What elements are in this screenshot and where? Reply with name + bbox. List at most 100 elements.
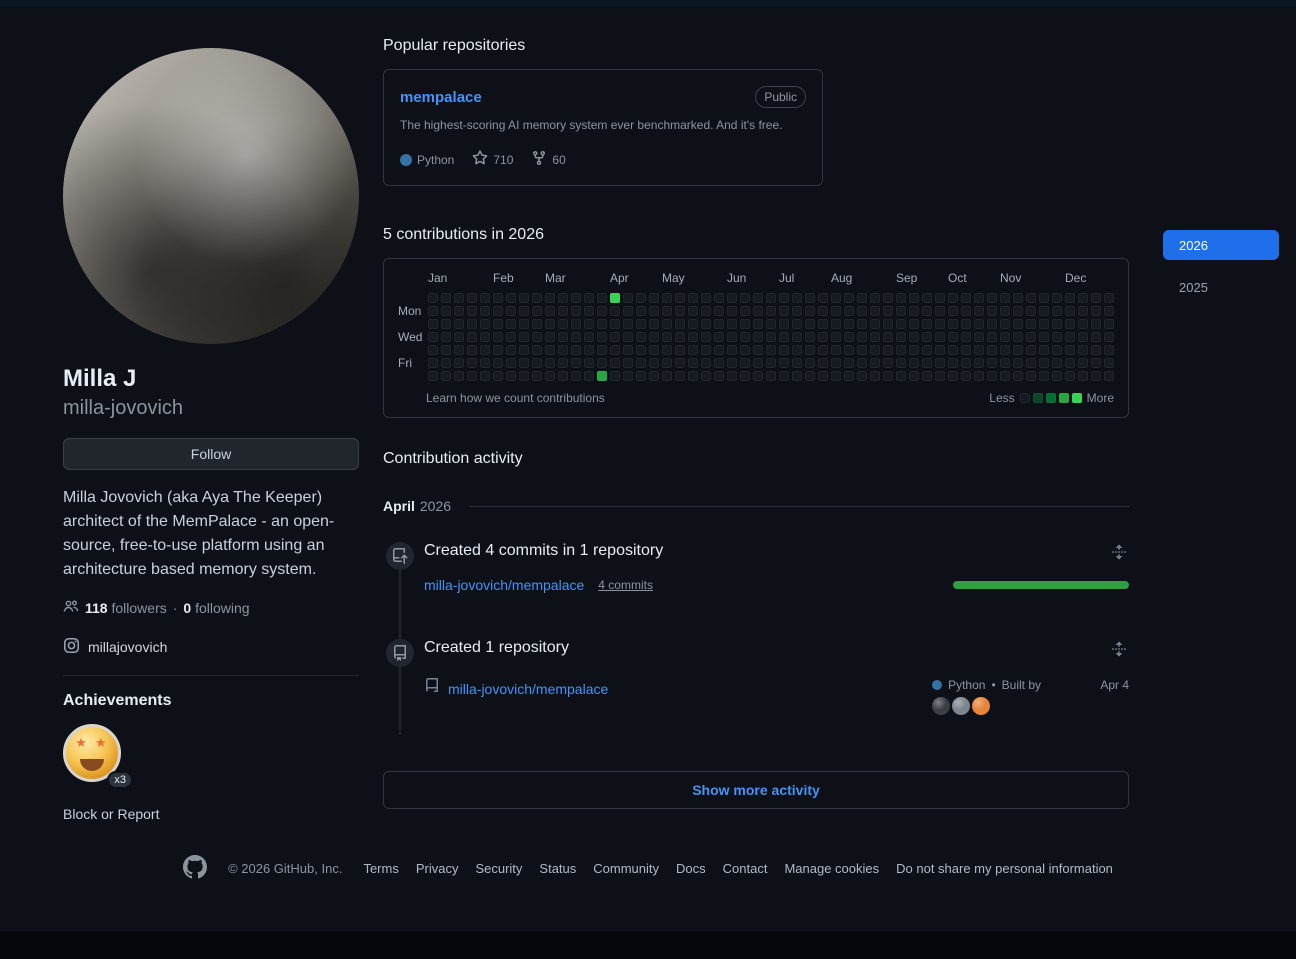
contribution-cell[interactable] [935,319,945,329]
contribution-cell[interactable] [441,358,451,368]
contribution-cell[interactable] [935,306,945,316]
contribution-cell[interactable] [1052,319,1062,329]
contribution-cell[interactable] [948,345,958,355]
contribution-cell[interactable] [441,371,451,381]
contribution-cell[interactable] [766,306,776,316]
contribution-cell[interactable] [1052,332,1062,342]
contribution-cell[interactable] [610,293,620,303]
contribution-cell[interactable] [753,306,763,316]
contribution-cell[interactable] [1013,332,1023,342]
contribution-cell[interactable] [896,332,906,342]
contribution-cell[interactable] [727,293,737,303]
contribution-cell[interactable] [805,293,815,303]
footer-link[interactable]: Status [539,861,576,876]
contribution-cell[interactable] [727,345,737,355]
footer-link[interactable]: Community [593,861,659,876]
contribution-cell[interactable] [1000,358,1010,368]
contribution-cell[interactable] [1091,293,1101,303]
footer-link[interactable]: Docs [676,861,706,876]
repo-forks[interactable]: 60 [531,150,565,169]
contribution-cell[interactable] [532,293,542,303]
contribution-cell[interactable] [714,293,724,303]
contribution-cell[interactable] [584,345,594,355]
contribution-cell[interactable] [636,306,646,316]
contribution-cell[interactable] [649,332,659,342]
contribution-cell[interactable] [896,293,906,303]
contribution-cell[interactable] [987,306,997,316]
contribution-cell[interactable] [1013,293,1023,303]
contribution-cell[interactable] [558,319,568,329]
contribution-cell[interactable] [1000,293,1010,303]
contribution-cell[interactable] [870,332,880,342]
contribution-cell[interactable] [623,293,633,303]
contribution-cell[interactable] [467,319,477,329]
contribution-cell[interactable] [532,358,542,368]
contribution-cell[interactable] [961,358,971,368]
contribution-cell[interactable] [1000,345,1010,355]
contribution-cell[interactable] [961,332,971,342]
contribution-cell[interactable] [792,371,802,381]
contribution-cell[interactable] [1065,293,1075,303]
contribution-cell[interactable] [844,319,854,329]
contribution-cell[interactable] [714,306,724,316]
contribution-cell[interactable] [519,306,529,316]
contribution-cell[interactable] [480,345,490,355]
contribution-cell[interactable] [1065,371,1075,381]
contribution-cell[interactable] [428,358,438,368]
contribution-cell[interactable] [506,306,516,316]
contribution-cell[interactable] [558,332,568,342]
contribution-cell[interactable] [714,319,724,329]
contribution-cell[interactable] [935,371,945,381]
contribution-cell[interactable] [961,345,971,355]
contribution-cell[interactable] [1104,332,1114,342]
contribution-cell[interactable] [1091,371,1101,381]
contribution-cell[interactable] [818,293,828,303]
contribution-cell[interactable] [623,358,633,368]
contribution-cell[interactable] [753,358,763,368]
contribution-cell[interactable] [870,319,880,329]
contribution-cell[interactable] [1078,306,1088,316]
contribution-cell[interactable] [1065,319,1075,329]
contribution-cell[interactable] [922,358,932,368]
contribution-cell[interactable] [844,332,854,342]
contribution-cell[interactable] [740,332,750,342]
contribution-cell[interactable] [584,371,594,381]
footer-link[interactable]: Contact [723,861,768,876]
contribution-cell[interactable] [1091,358,1101,368]
contribution-cell[interactable] [1052,358,1062,368]
contribution-cell[interactable] [1013,345,1023,355]
contribution-cell[interactable] [662,358,672,368]
contribution-cell[interactable] [805,345,815,355]
contribution-cell[interactable] [662,293,672,303]
contribution-cell[interactable] [714,371,724,381]
contribution-cell[interactable] [974,293,984,303]
contribution-cell[interactable] [467,293,477,303]
contribution-cell[interactable] [506,319,516,329]
contribution-cell[interactable] [441,293,451,303]
contribution-cell[interactable] [493,332,503,342]
contribution-cell[interactable] [1078,332,1088,342]
contribution-cell[interactable] [779,293,789,303]
profile-avatar[interactable] [63,48,359,344]
contribution-cell[interactable] [883,371,893,381]
contribution-cell[interactable] [1091,306,1101,316]
contribution-cell[interactable] [545,371,555,381]
contribution-cell[interactable] [688,319,698,329]
contribution-cell[interactable] [870,371,880,381]
contribution-cell[interactable] [649,293,659,303]
contribution-cell[interactable] [974,319,984,329]
contribution-cell[interactable] [1026,371,1036,381]
contribution-cell[interactable] [636,345,646,355]
contribution-cell[interactable] [493,371,503,381]
contribution-cell[interactable] [675,345,685,355]
contribution-cell[interactable] [662,371,672,381]
contribution-cell[interactable] [870,306,880,316]
contribution-cell[interactable] [688,371,698,381]
contribution-cell[interactable] [493,345,503,355]
contribution-cell[interactable] [961,319,971,329]
contribution-cell[interactable] [1039,358,1049,368]
contribution-cell[interactable] [844,371,854,381]
contribution-cell[interactable] [623,306,633,316]
contribution-cell[interactable] [662,332,672,342]
contribution-cell[interactable] [1065,332,1075,342]
